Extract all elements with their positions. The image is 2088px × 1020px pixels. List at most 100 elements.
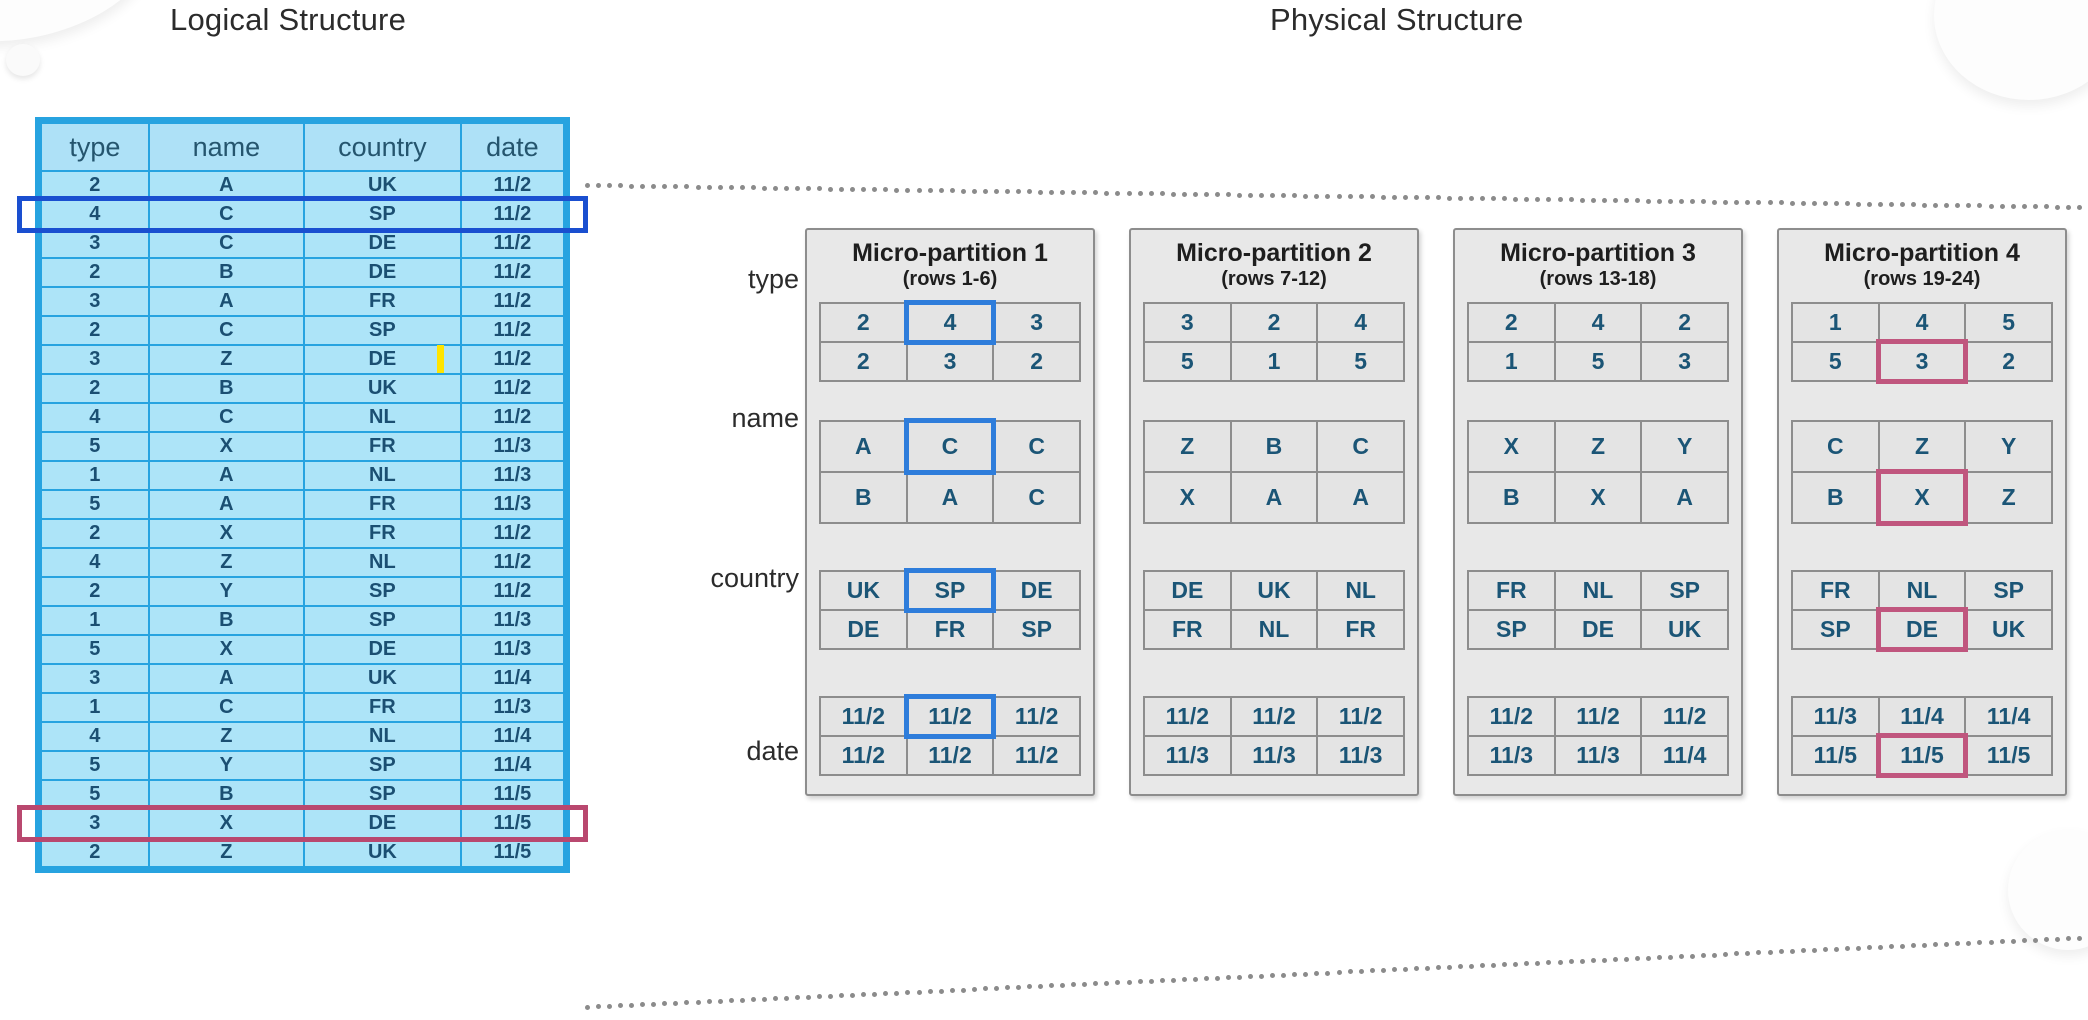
cell-type: 2 — [42, 520, 148, 547]
micro-partition-cell: 11/2 — [992, 695, 1081, 737]
column-block-name: XZYBXA — [1467, 419, 1729, 524]
micro-partition-cell-highlighted: X — [1875, 468, 1969, 526]
cell-name: Z — [149, 346, 303, 373]
micro-partition-row: BAC — [819, 470, 1081, 524]
cell-type: 2 — [42, 172, 148, 199]
micro-partition-row: 145 — [1791, 301, 2053, 343]
table-row: 2 Z UK 11/5 — [42, 839, 563, 866]
micro-partition-cell: UK — [1964, 608, 2053, 650]
table-row: 2 X FR 11/2 — [42, 520, 563, 547]
micro-partition-cell: 5 — [1791, 340, 1880, 382]
cell-date: 11/3 — [461, 636, 563, 663]
table-row: 3 X DE 11/5 — [42, 810, 563, 837]
column-block-date: 11/2 11/2 11/2 11/3 11/3 11/3 — [1143, 695, 1405, 776]
table-row: 4 Z NL 11/2 — [42, 549, 563, 576]
micro-partition-row: BXA — [1467, 470, 1729, 524]
cell-name: B — [149, 781, 303, 808]
micro-partition-cell: 3 — [1640, 340, 1729, 382]
micro-partition-cell: 4 — [1553, 301, 1643, 343]
cell-country: FR — [304, 433, 460, 460]
cell-date: 11/4 — [461, 752, 563, 779]
micro-partition: Micro-partition 4 (rows 19-24) 1 4 5 5 3 2 C Z Y B X… — [1777, 228, 2067, 796]
cell-type: 2 — [42, 317, 148, 344]
micro-partition-row: 243 — [819, 299, 1081, 345]
cell-country: SP — [304, 752, 460, 779]
micro-partition-row: XZY — [1467, 419, 1729, 473]
cell-date: 11/3 — [461, 694, 563, 721]
cell-date: 11/4 — [461, 723, 563, 750]
cell-name: X — [149, 433, 303, 460]
micro-partition-row: UK SP DE — [819, 567, 1081, 613]
micro-partition-subtitle: (rows 7-12) — [1221, 267, 1327, 290]
cell-country: UK — [304, 839, 460, 866]
micro-partition-cell: UK — [819, 569, 908, 611]
column-block-type: 145532 — [1791, 301, 2053, 384]
table-row: 2 A UK 11/2 — [42, 172, 563, 199]
cell-type: 5 — [42, 491, 148, 518]
cell-name: B — [149, 375, 303, 402]
cell-type: 3 — [42, 288, 148, 315]
micro-partition-row: SP DE UK — [1791, 606, 2053, 652]
cell-type: 4 — [42, 201, 148, 228]
cell-country: UK — [304, 172, 460, 199]
micro-partition-cell: Y — [1640, 419, 1729, 473]
cell-date: 11/2 — [461, 317, 563, 344]
cell-date: 11/2 — [461, 288, 563, 315]
cell-country: NL — [304, 462, 460, 489]
cell-date: 11/3 — [461, 607, 563, 634]
micro-partition-cell: 11/2 — [1467, 695, 1556, 737]
cell-country: FR — [304, 491, 460, 518]
micro-partition-row: 11/3 11/3 11/3 — [1143, 734, 1405, 776]
micro-partition-row: FR NL FR — [1143, 608, 1405, 650]
micro-partition-cell-highlighted: 11/2 — [903, 693, 997, 739]
column-block-date: 11/2 11/2 11/2 11/3 11/3 11/4 — [1467, 695, 1729, 776]
micro-partition-row: 242 — [1467, 301, 1729, 343]
micro-partition-subtitle: (rows 19-24) — [1863, 267, 1981, 290]
micro-partition-cell: FR — [1316, 608, 1405, 650]
micro-partition-subtitle: (rows 13-18) — [1539, 267, 1657, 290]
micro-partition-cell-highlighted: DE — [1875, 606, 1969, 652]
table-row: 2 Y SP 11/2 — [42, 578, 563, 605]
micro-partition-cell: 5 — [1964, 301, 2053, 343]
micro-partition-row: 532 — [1791, 338, 2053, 384]
micro-partition-row: ZBC — [1143, 419, 1405, 473]
micro-partition-row: BXZ — [1791, 468, 2053, 526]
micro-partition-cell: 11/3 — [1791, 695, 1880, 737]
table-row: 1 B SP 11/3 — [42, 607, 563, 634]
micro-partition-cell: C — [1316, 419, 1405, 473]
cell-name: A — [149, 172, 303, 199]
cell-country: NL — [304, 404, 460, 431]
cell-country: DE — [304, 259, 460, 286]
column-header-type: type — [42, 124, 148, 170]
micro-partition-cell: 11/2 — [1640, 695, 1729, 737]
cell-date: 11/2 — [461, 404, 563, 431]
micro-partition-row: 515 — [1143, 340, 1405, 382]
micro-partition-cell-highlighted: 11/5 — [1875, 732, 1969, 778]
cell-name: C — [149, 201, 303, 228]
cell-type: 5 — [42, 781, 148, 808]
cell-name: Y — [149, 752, 303, 779]
micro-partition-cell: 2 — [819, 301, 908, 343]
cell-country: SP — [304, 578, 460, 605]
column-block-name: ZBCXAA — [1143, 419, 1405, 524]
micro-partition-cell: A — [819, 419, 908, 473]
micro-partition-cell: B — [1229, 419, 1319, 473]
micro-partition-cell: NL — [1877, 569, 1967, 611]
cell-name: B — [149, 607, 303, 634]
cell-country: FR — [304, 694, 460, 721]
cell-date: 11/3 — [461, 433, 563, 460]
micro-partition-cell: FR — [1467, 569, 1556, 611]
micro-partition-row: DE FR SP — [819, 608, 1081, 650]
column-block-type: 243232 — [819, 299, 1081, 382]
micro-partition-cell: Z — [1964, 470, 2053, 524]
micro-partition-cell: 1 — [1791, 301, 1880, 343]
table-row: 3 A UK 11/4 — [42, 665, 563, 692]
cell-name: C — [149, 404, 303, 431]
micro-partition-cell: SP — [992, 608, 1081, 650]
table-row: 2 C SP 11/2 — [42, 317, 563, 344]
column-block-country: FR NL SP SP DE UK — [1467, 569, 1729, 650]
micro-partition-cell: 11/3 — [1143, 734, 1232, 776]
column-header-country: country — [304, 124, 460, 170]
cell-name: Z — [149, 839, 303, 866]
micro-partition-cell-highlighted: 4 — [903, 299, 997, 345]
